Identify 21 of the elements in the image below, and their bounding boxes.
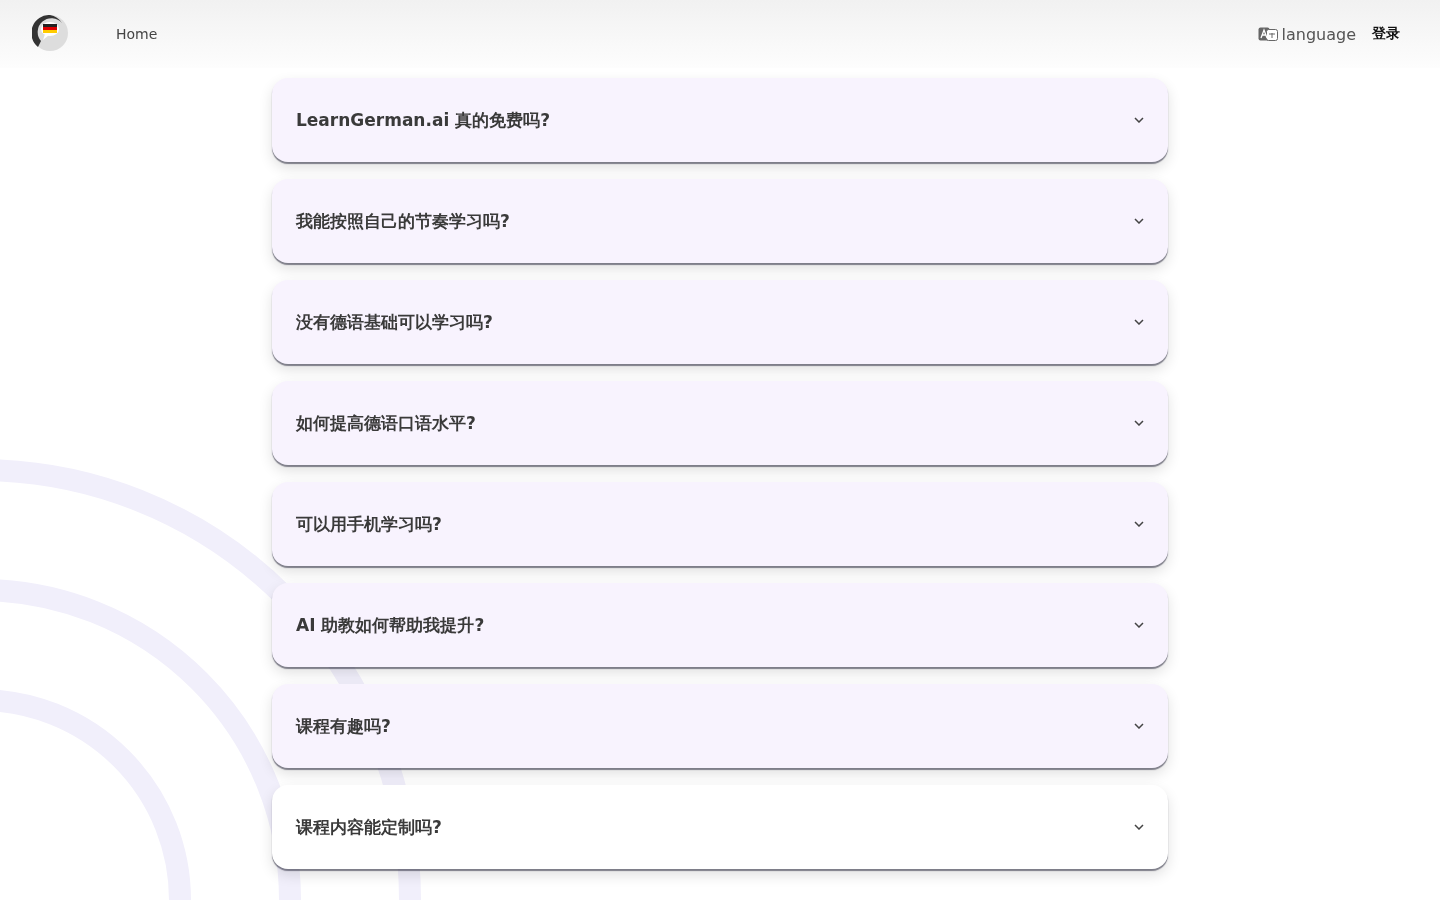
faq-question[interactable]: 如何提高德语口语水平? — [272, 381, 1168, 465]
chevron-down-icon — [1134, 622, 1144, 628]
faq-question[interactable]: AI 助教如何帮助我提升? — [272, 583, 1168, 667]
faq-question[interactable]: 可以用手机学习吗? — [272, 482, 1168, 566]
faq-question[interactable]: LearnGerman.ai 真的免费吗? — [272, 78, 1168, 162]
faq-question[interactable]: 我能按照自己的节奏学习吗? — [272, 179, 1168, 263]
login-button[interactable]: 登录 — [1372, 25, 1408, 43]
nav-link[interactable]: Home — [116, 26, 158, 42]
chevron-down-icon — [1134, 218, 1144, 224]
chevron-down-icon — [1134, 117, 1144, 123]
chevron-down-icon — [1134, 521, 1144, 527]
faq-question[interactable]: 课程有趣吗? — [272, 684, 1168, 768]
chevron-down-icon — [1134, 319, 1144, 325]
chevron-down-icon — [1134, 420, 1144, 426]
faq-question[interactable]: 没有德语基础可以学习吗? — [272, 280, 1168, 364]
faq-question[interactable]: 课程内容能定制吗? — [272, 785, 1168, 869]
chevron-down-icon — [1134, 824, 1144, 830]
logo-icon[interactable] — [32, 15, 68, 51]
translate-icon — [1257, 27, 1278, 41]
language-button[interactable]: language — [1257, 24, 1356, 44]
chevron-down-icon — [1134, 723, 1144, 729]
